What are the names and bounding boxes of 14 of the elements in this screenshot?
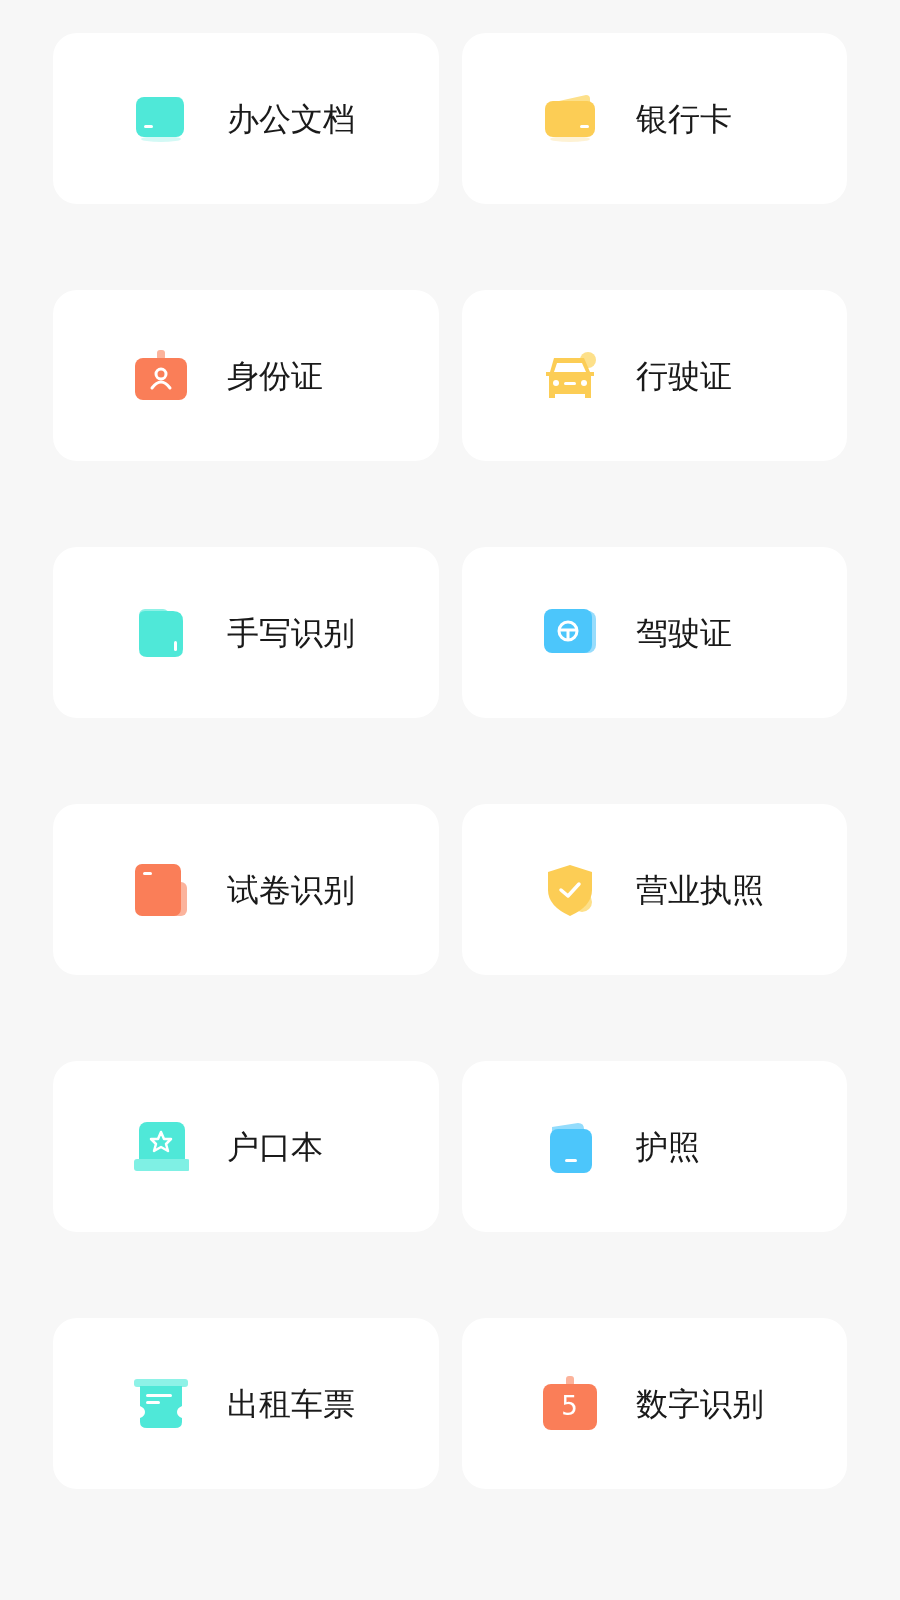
category-card[interactable]: 驾驶证 — [461, 547, 847, 718]
category-card[interactable]: 5 数字识别 — [461, 1318, 847, 1489]
category-card[interactable]: 手写识别 — [53, 547, 439, 718]
category-card[interactable]: 身份证 — [53, 290, 439, 461]
category-card[interactable]: 户口本 — [53, 1061, 439, 1232]
category-card[interactable]: 营业执照 — [461, 804, 847, 975]
digit-badge: 5 — [542, 1383, 597, 1430]
category-card[interactable]: 行驶证 — [461, 290, 847, 461]
paper-icon — [133, 861, 189, 918]
category-card[interactable]: 试卷识别 — [53, 804, 439, 975]
category-card[interactable]: 出租车票 — [53, 1318, 439, 1489]
category-card[interactable]: 银行卡 — [461, 33, 847, 204]
category-card[interactable]: 办公文档 — [53, 33, 439, 204]
category-card[interactable]: 护照 — [461, 1061, 847, 1232]
